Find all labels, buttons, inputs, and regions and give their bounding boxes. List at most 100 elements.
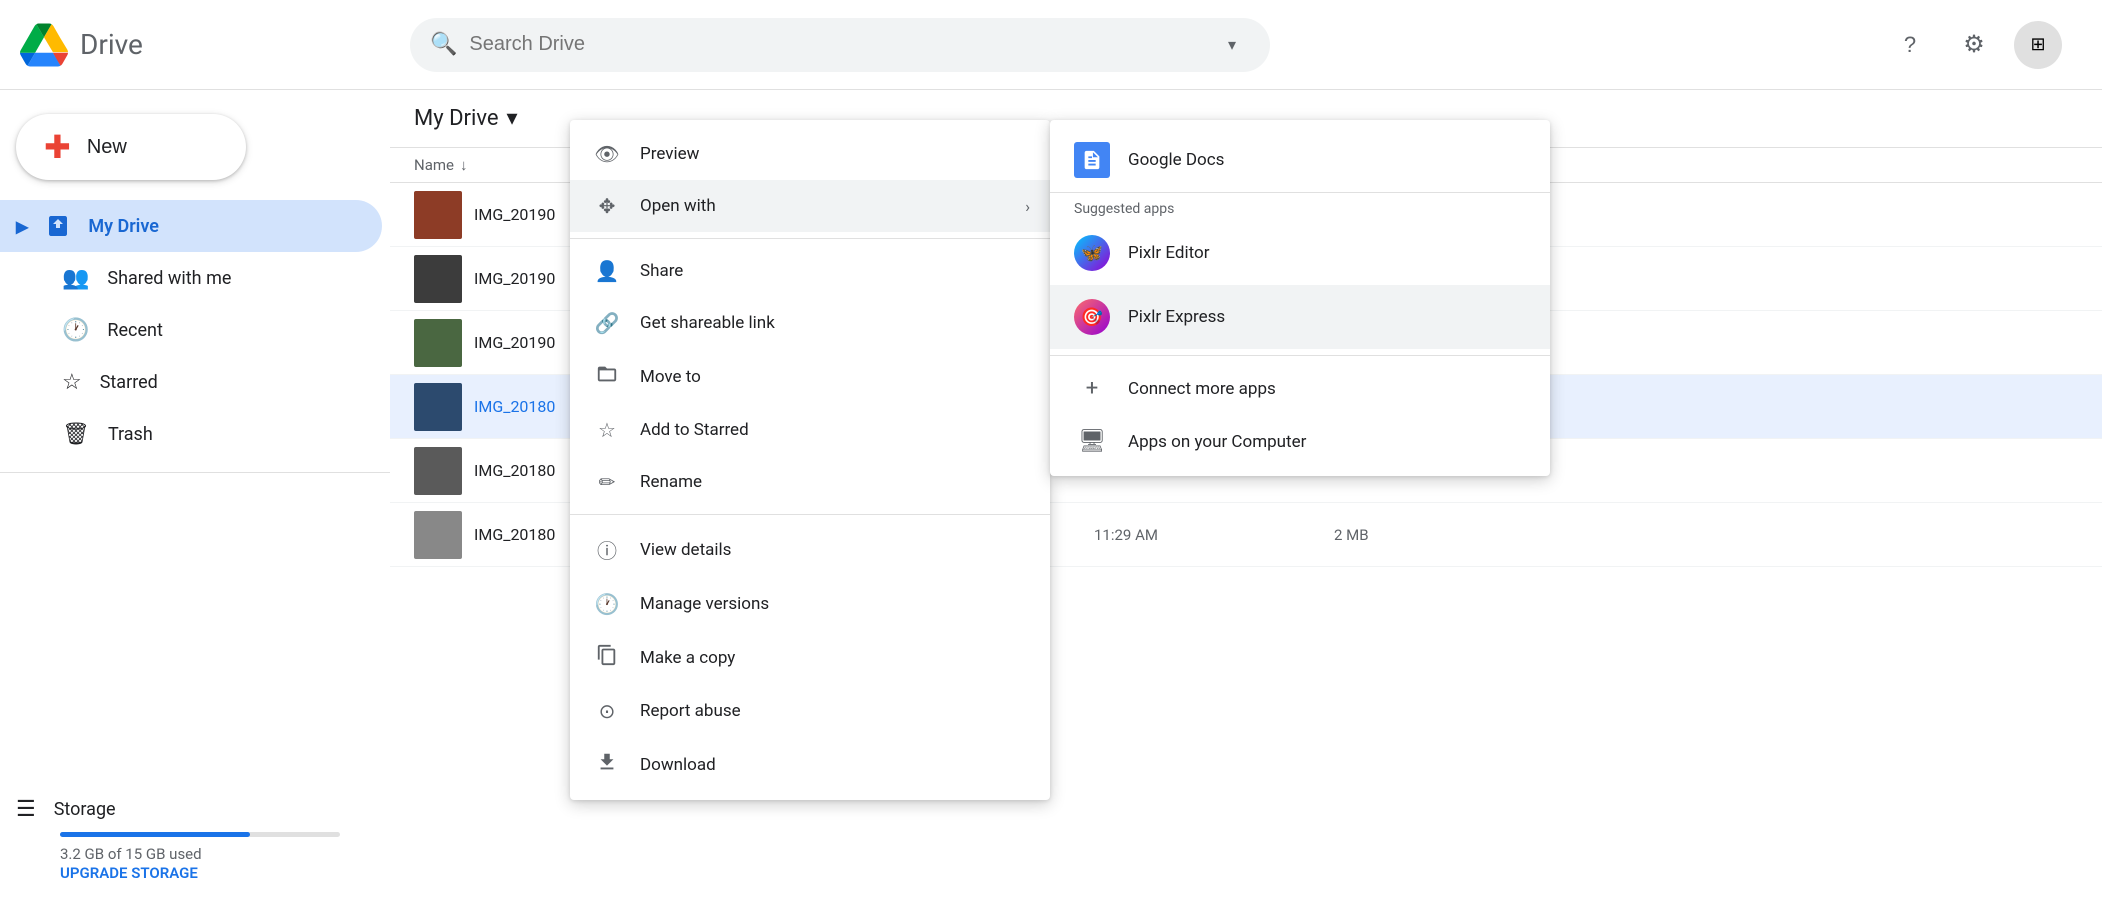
file-name: IMG_20190: [474, 333, 555, 352]
storage-section: ☰ Storage 3.2 GB of 15 GB used UPGRADE S…: [0, 785, 390, 894]
open-with-submenu: Google Docs Suggested apps 🦋 Pixlr Edito…: [1050, 120, 1550, 476]
sidebar-item-label-my-drive: My Drive: [88, 216, 159, 237]
download-icon: [594, 751, 620, 778]
sort-icon: ↓: [460, 156, 468, 174]
versions-icon: 🕐: [594, 592, 620, 616]
breadcrumb-dropdown-icon: ▾: [507, 106, 518, 131]
sidebar-item-starred[interactable]: ☆ Starred: [0, 356, 382, 408]
my-drive-icon: [46, 214, 70, 238]
storage-icon: ☰: [16, 797, 36, 822]
upgrade-storage-link[interactable]: UPGRADE STORAGE: [60, 864, 198, 882]
open-with-icon: ✥: [594, 194, 620, 218]
submenu-google-docs-item[interactable]: Google Docs: [1050, 128, 1550, 193]
storage-bar-fill: [60, 832, 250, 837]
search-input[interactable]: [469, 33, 1202, 56]
storage-label-text: Storage: [54, 799, 116, 820]
apps-computer-label: Apps on your Computer: [1128, 432, 1306, 452]
recent-icon: 🕐: [62, 318, 89, 343]
help-button[interactable]: ?: [1886, 21, 1934, 69]
copy-icon: [594, 644, 620, 671]
new-button[interactable]: ✚ New: [16, 114, 246, 180]
search-dropdown-arrow[interactable]: ▾: [1214, 27, 1250, 63]
menu-item-add-starred[interactable]: ☆ Add to Starred: [570, 404, 1050, 456]
sidebar-item-label-trash: Trash: [108, 424, 153, 445]
file-thumbnail: [414, 511, 462, 559]
file-modified: 11:29 AM: [1094, 526, 1334, 544]
my-drive-expand-icon: ▶: [16, 217, 28, 236]
file-name: IMG_20180: [474, 397, 555, 416]
menu-item-rename-label: Rename: [640, 472, 702, 492]
grid-view-button[interactable]: ⊞: [2014, 21, 2062, 69]
sidebar-item-label-shared: Shared with me: [107, 268, 231, 289]
file-thumbnail: [414, 191, 462, 239]
pixlr-express-label: Pixlr Express: [1128, 307, 1225, 327]
submenu-apps-on-computer[interactable]: 🖥 Apps on your Computer: [1050, 415, 1550, 468]
rename-icon: ✏: [594, 470, 620, 494]
google-docs-icon: [1074, 142, 1110, 178]
submenu-connect-more-apps[interactable]: + Connect more apps: [1050, 362, 1550, 415]
my-drive-breadcrumb[interactable]: My Drive ▾: [414, 106, 518, 131]
menu-item-download-label: Download: [640, 755, 716, 775]
computer-icon: 🖥: [1074, 429, 1110, 454]
file-thumbnail: [414, 255, 462, 303]
google-docs-label: Google Docs: [1128, 150, 1224, 170]
sidebar-item-label-starred: Starred: [100, 372, 158, 393]
file-name: IMG_20190: [474, 269, 555, 288]
menu-item-share[interactable]: 👤 Share: [570, 245, 1050, 297]
connect-apps-label: Connect more apps: [1128, 379, 1276, 399]
file-thumbnail: [414, 383, 462, 431]
menu-item-download[interactable]: Download: [570, 737, 1050, 792]
file-name: IMG_20180: [474, 525, 555, 544]
pixlr-editor-label: Pixlr Editor: [1128, 243, 1209, 263]
info-icon: ⓘ: [594, 535, 620, 564]
search-bar[interactable]: 🔍 ▾: [410, 18, 1270, 72]
menu-item-preview[interactable]: 👁 Preview: [570, 128, 1050, 180]
sidebar-item-recent[interactable]: 🕐 Recent: [0, 304, 382, 356]
file-size: 2 MB: [1334, 526, 1454, 544]
header-actions: ? ⚙ ⊞: [1886, 21, 2082, 69]
file-name: IMG_20180: [474, 461, 555, 480]
sidebar-divider: [0, 472, 390, 473]
submenu-pixlr-express[interactable]: 🎯 Pixlr Express: [1050, 285, 1550, 349]
share-icon: 👤: [594, 259, 620, 283]
my-drive-title-text: My Drive: [414, 106, 499, 131]
menu-item-open-with[interactable]: ✥ Open with ›: [570, 180, 1050, 232]
menu-item-share-label: Share: [640, 261, 683, 281]
pixlr-express-icon: 🎯: [1074, 299, 1110, 335]
header: Drive 🔍 ▾ ? ⚙ ⊞: [0, 0, 2102, 90]
drive-logo-icon: [20, 21, 68, 69]
menu-item-get-link-label: Get shareable link: [640, 313, 775, 333]
submenu-pixlr-editor[interactable]: 🦋 Pixlr Editor: [1050, 221, 1550, 285]
menu-item-view-details-label: View details: [640, 540, 731, 560]
menu-item-report-abuse-label: Report abuse: [640, 701, 741, 721]
link-icon: 🔗: [594, 311, 620, 335]
sidebar-item-trash[interactable]: 🗑 Trash: [0, 408, 382, 460]
suggested-apps-label: Suggested apps: [1050, 193, 1550, 221]
menu-item-rename[interactable]: ✏ Rename: [570, 456, 1050, 508]
menu-item-view-details[interactable]: ⓘ View details: [570, 521, 1050, 578]
submenu-arrow-icon: ›: [1025, 197, 1030, 216]
menu-item-manage-versions[interactable]: 🕐 Manage versions: [570, 578, 1050, 630]
menu-item-get-link[interactable]: 🔗 Get shareable link: [570, 297, 1050, 349]
submenu-divider: [1050, 355, 1550, 356]
connect-apps-icon: +: [1074, 376, 1110, 401]
menu-item-move-to[interactable]: Move to: [570, 349, 1050, 404]
sidebar-item-my-drive[interactable]: ▶ My Drive: [0, 200, 382, 252]
new-button-label: New: [87, 136, 127, 159]
sidebar-item-shared[interactable]: 👥 Shared with me: [0, 252, 382, 304]
menu-item-report-abuse[interactable]: ⊙ Report abuse: [570, 685, 1050, 737]
file-name: IMG_20190: [474, 205, 555, 224]
file-thumbnail: [414, 447, 462, 495]
search-icon: 🔍: [430, 32, 457, 57]
settings-button[interactable]: ⚙: [1950, 21, 1998, 69]
storage-bar-track: [60, 832, 340, 837]
menu-item-manage-versions-label: Manage versions: [640, 594, 769, 614]
help-icon: ?: [1904, 32, 1916, 58]
menu-divider-2: [570, 514, 1050, 515]
sidebar-item-label-recent: Recent: [107, 320, 162, 341]
column-name-label: Name: [414, 156, 454, 174]
menu-item-open-with-label: Open with: [640, 196, 716, 216]
menu-item-make-copy[interactable]: Make a copy: [570, 630, 1050, 685]
pixlr-editor-icon: 🦋: [1074, 235, 1110, 271]
star-icon: ☆: [594, 418, 620, 442]
